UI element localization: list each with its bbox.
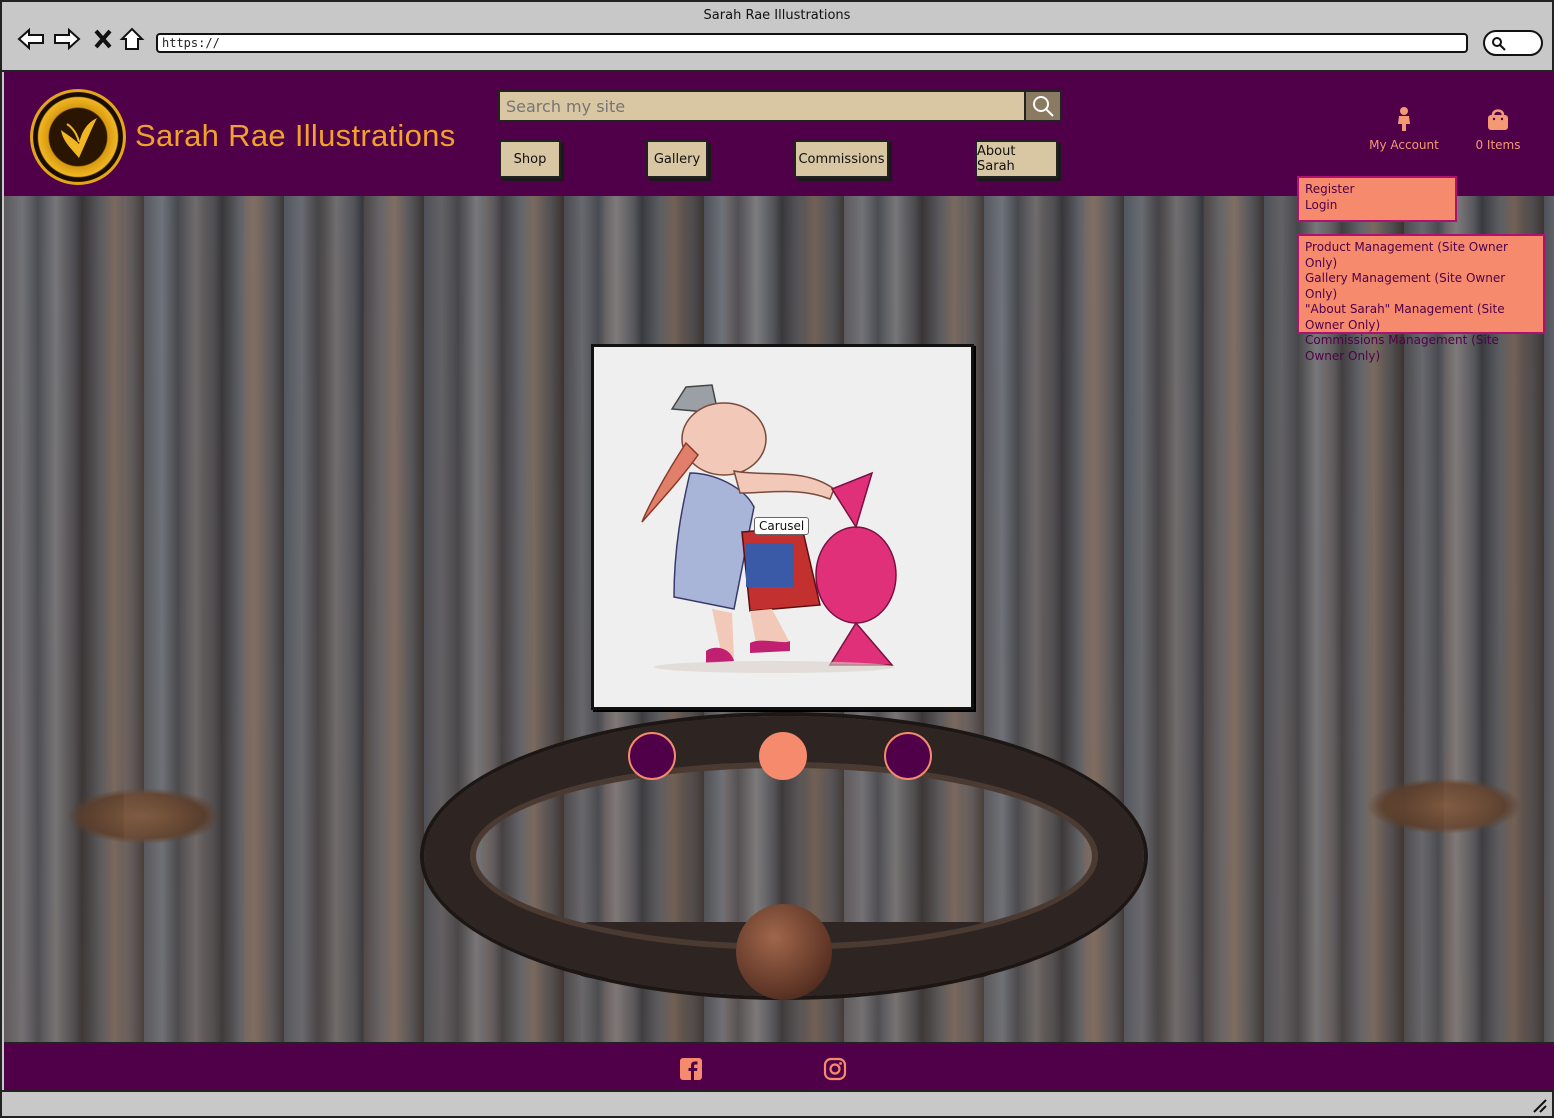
facebook-icon[interactable] xyxy=(679,1057,703,1081)
nav-label: Shop xyxy=(513,151,547,167)
window-title: Sarah Rae Illustrations xyxy=(703,8,851,23)
carousel-dot-1[interactable] xyxy=(628,732,676,780)
site-search-button[interactable] xyxy=(1024,92,1060,120)
url-bar[interactable]: https:// xyxy=(156,33,1468,53)
close-icon[interactable] xyxy=(88,24,118,54)
nav-shop-button[interactable]: Shop xyxy=(499,140,561,178)
nav-label: Commissions xyxy=(798,151,885,167)
carousel-label: Carusel xyxy=(754,517,810,535)
admin-dropdown: Product Management (Site Owner Only) Gal… xyxy=(1297,234,1545,363)
product-management-link[interactable]: Product Management (Site Owner Only) xyxy=(1305,240,1537,271)
home-icon[interactable] xyxy=(117,24,147,54)
browser-titlebar: Sarah Rae Illustrations https:// xyxy=(2,2,1552,72)
login-link[interactable]: Login xyxy=(1305,198,1449,214)
person-icon xyxy=(1398,107,1410,131)
back-icon[interactable] xyxy=(16,24,46,54)
carousel-dot-2-active[interactable] xyxy=(759,732,807,780)
nav-gallery-button[interactable]: Gallery xyxy=(646,140,708,178)
search-icon xyxy=(1033,96,1054,117)
my-account-label: My Account xyxy=(1369,138,1439,152)
nav-label: Gallery xyxy=(653,151,701,167)
site-brand-title[interactable]: Sarah Rae Illustrations xyxy=(135,118,456,154)
cart-count-label: 0 Items xyxy=(1475,138,1521,152)
nav-commissions-button[interactable]: Commissions xyxy=(794,140,889,178)
cart-link[interactable]: 0 Items xyxy=(1470,106,1526,152)
gallery-management-link[interactable]: Gallery Management (Site Owner Only) xyxy=(1305,271,1537,302)
browser-window: Sarah Rae Illustrations https:// Sarah R… xyxy=(0,0,1554,1118)
nav-about-sarah-button[interactable]: About Sarah xyxy=(975,140,1058,178)
search-icon xyxy=(1492,37,1506,51)
page: Sarah Rae Illustrations Shop Gallery Com… xyxy=(4,72,1554,1092)
commissions-management-link[interactable]: Commissions Management (Site Owner Only) xyxy=(1305,333,1537,364)
shopping-bag-icon xyxy=(1488,109,1508,130)
instagram-icon[interactable] xyxy=(823,1057,847,1081)
site-footer xyxy=(4,1042,1554,1092)
carousel[interactable]: Carusel xyxy=(591,344,974,710)
about-sarah-management-link[interactable]: "About Sarah" Management (Site Owner Onl… xyxy=(1305,302,1537,333)
site-search-input[interactable] xyxy=(500,92,1026,120)
nav-label: About Sarah xyxy=(977,144,1016,174)
circular-badge-logo-icon[interactable] xyxy=(30,89,126,185)
my-account-link[interactable]: My Account xyxy=(1368,106,1440,152)
resize-handle-icon[interactable] xyxy=(1530,1096,1548,1114)
forward-icon[interactable] xyxy=(52,24,82,54)
site-search xyxy=(498,90,1062,122)
carousel-dot-3[interactable] xyxy=(884,732,932,780)
browser-statusbar xyxy=(2,1090,1552,1116)
account-dropdown: Register Login xyxy=(1297,176,1457,222)
browser-search-field[interactable] xyxy=(1483,30,1543,56)
door-handle-knob xyxy=(736,904,832,1000)
register-link[interactable]: Register xyxy=(1305,182,1449,198)
